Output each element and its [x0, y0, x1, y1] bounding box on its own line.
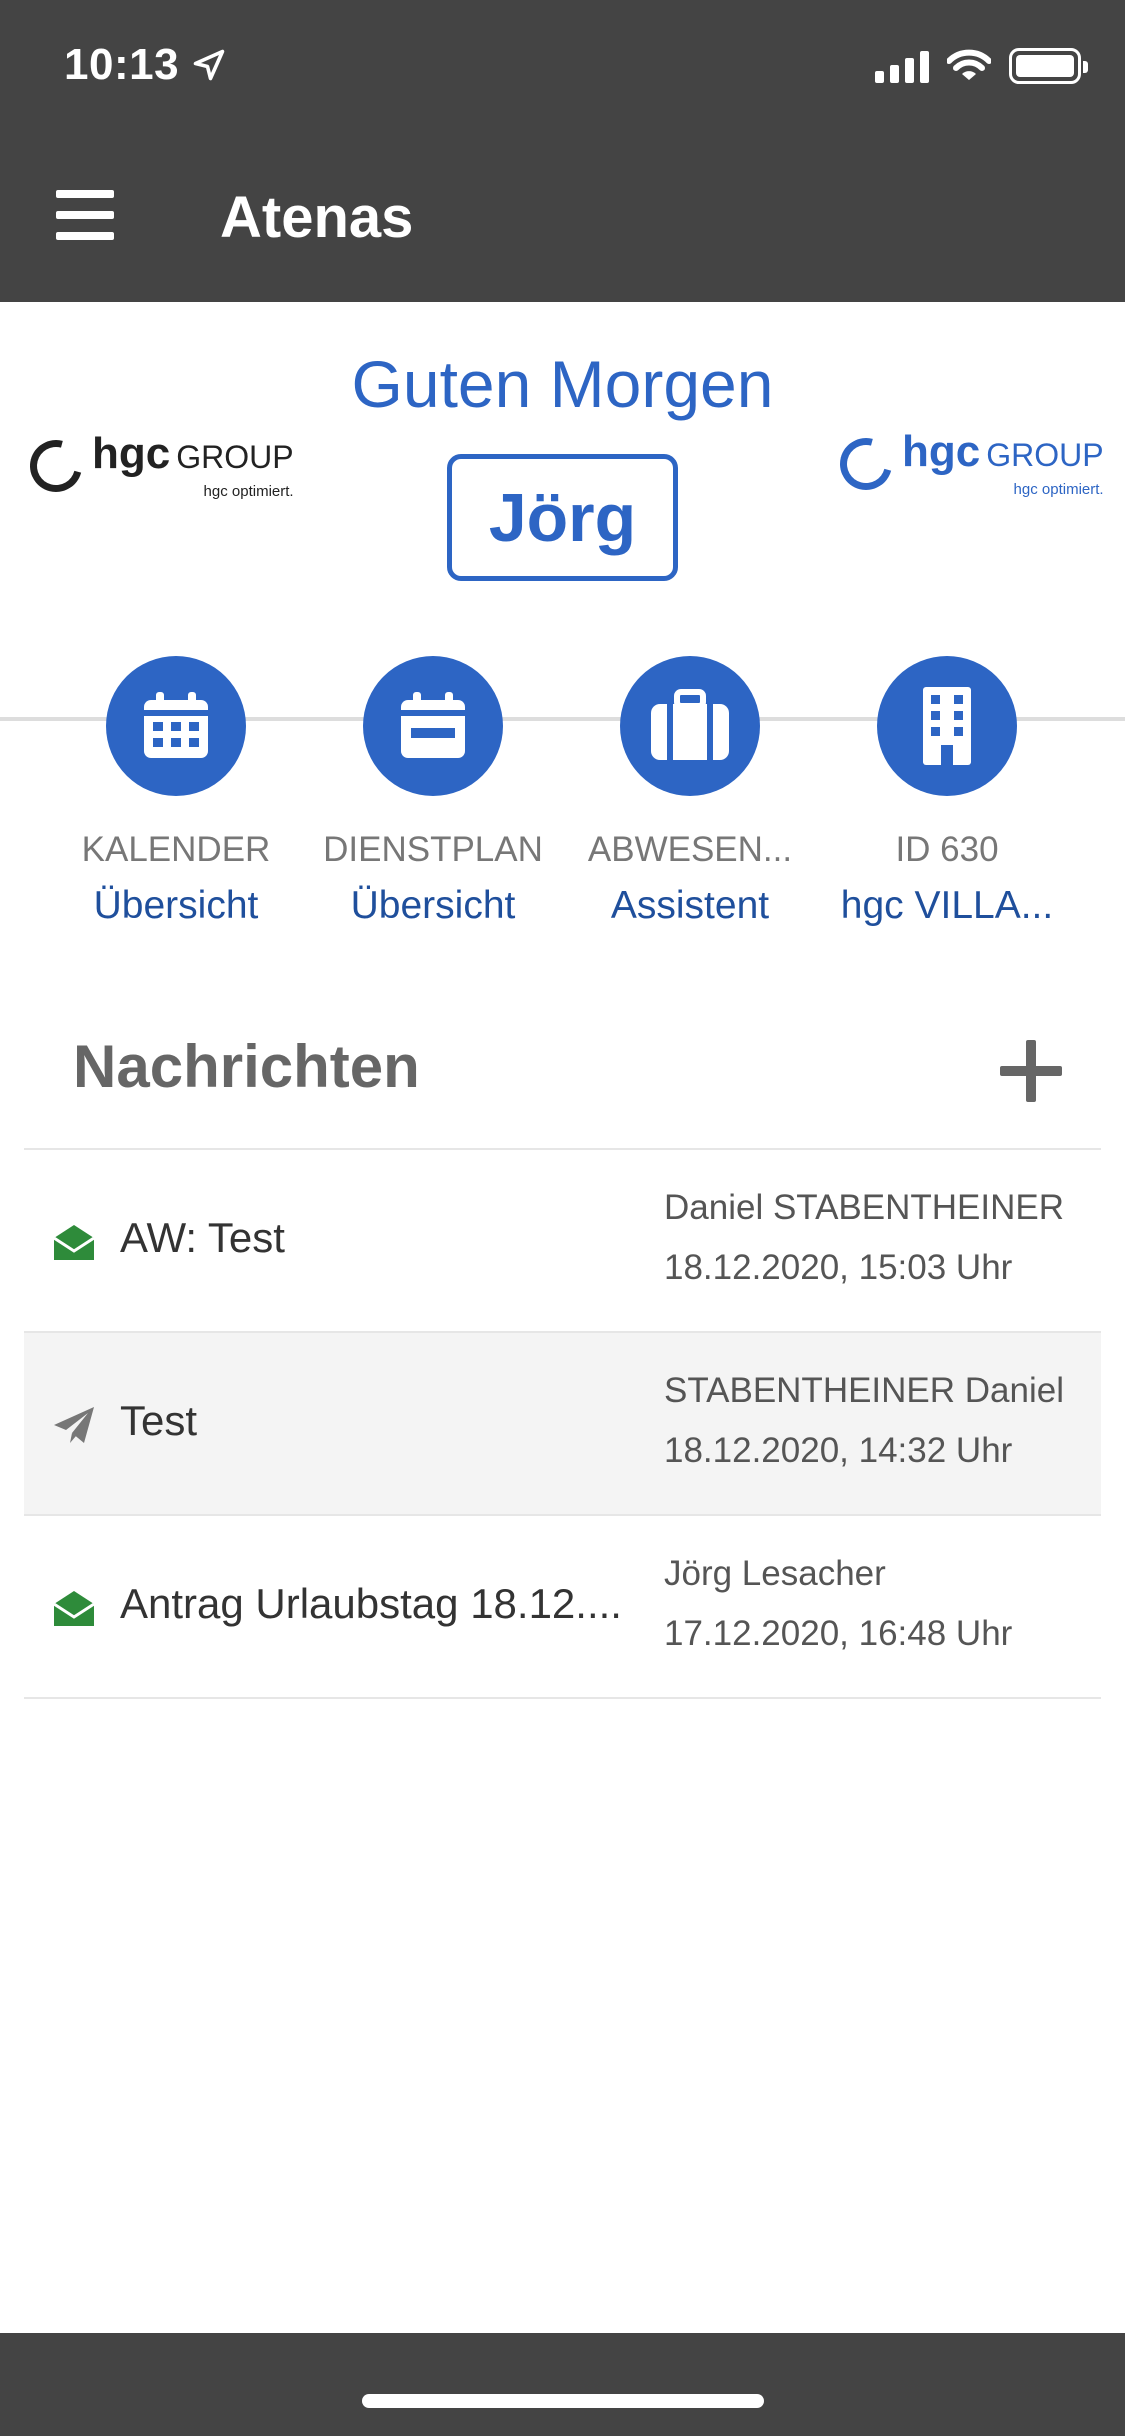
hgc-ring-icon: [830, 428, 902, 500]
message-row[interactable]: Test STABENTHEINER Daniel 18.12.2020, 14…: [24, 1333, 1101, 1516]
status-time: 10:13: [64, 40, 227, 90]
envelope-open-icon: [53, 1225, 95, 1260]
message-list: AW: Test Daniel STABENTHEINER 18.12.2020…: [24, 1148, 1101, 1699]
message-date: 18.12.2020, 15:03 Uhr: [664, 1248, 1013, 1287]
quick-action-dienstplan[interactable]: DIENSTPLAN Übersicht: [303, 656, 563, 928]
cellular-signal-icon: [875, 49, 929, 83]
quick-action-link[interactable]: Übersicht: [46, 884, 306, 928]
quick-action-label: KALENDER: [81, 830, 271, 869]
message-row[interactable]: Antrag Urlaubstag 18.12.... Jörg Lesache…: [24, 1516, 1101, 1699]
battery-icon: [1009, 48, 1088, 84]
envelope-open-icon: [53, 1591, 95, 1626]
message-date: 17.12.2020, 16:48 Uhr: [664, 1614, 1013, 1653]
message-date: 18.12.2020, 14:32 Uhr: [664, 1431, 1013, 1470]
message-row[interactable]: AW: Test Daniel STABENTHEINER 18.12.2020…: [24, 1150, 1101, 1333]
top-bar: 10:13 Atenas: [0, 0, 1125, 302]
quick-action-kalender[interactable]: KALENDER Übersicht: [46, 656, 306, 928]
app-title: Atenas: [220, 185, 414, 250]
add-message-button[interactable]: [1000, 1040, 1062, 1102]
message-sender: Daniel STABENTHEINER: [664, 1188, 1065, 1227]
status-icons: [875, 48, 1088, 84]
message-sender: STABENTHEINER Daniel: [664, 1371, 1065, 1410]
paper-plane-icon: [54, 1407, 94, 1443]
calendar-grid-icon[interactable]: [106, 656, 246, 796]
hgc-ring-icon: [20, 430, 92, 502]
location-arrow-icon: [193, 49, 225, 81]
quick-action-label: DIENSTPLAN: [323, 830, 543, 869]
message-subject: AW: Test: [120, 1214, 285, 1261]
quick-action-link[interactable]: hgc VILLA...: [817, 884, 1077, 928]
quick-action-abwesenheit[interactable]: ABWESEN... Assistent: [560, 656, 820, 928]
message-subject: Antrag Urlaubstag 18.12....: [120, 1580, 622, 1627]
wifi-icon: [947, 49, 991, 80]
home-indicator[interactable]: [362, 2394, 764, 2408]
building-icon[interactable]: [877, 656, 1017, 796]
user-name-badge: Jörg: [447, 454, 678, 581]
menu-button[interactable]: [56, 190, 114, 240]
quick-action-label: ID 630: [895, 830, 999, 869]
message-sender: Jörg Lesacher: [664, 1554, 886, 1593]
status-time-text: 10:13: [64, 40, 180, 89]
messages-title: Nachrichten: [73, 1033, 420, 1100]
greeting-text: Guten Morgen: [351, 347, 774, 421]
hgc-group-logo-right: hgc GROUP hgc optimiert.: [830, 428, 1104, 500]
quick-action-standort[interactable]: ID 630 hgc VILLA...: [817, 656, 1077, 928]
calendar-schedule-icon[interactable]: [363, 656, 503, 796]
hgc-group-logo-left: hgc GROUP hgc optimiert.: [20, 430, 294, 502]
message-subject: Test: [120, 1397, 198, 1444]
quick-action-label: ABWESEN...: [587, 830, 793, 869]
quick-action-link[interactable]: Assistent: [560, 884, 820, 928]
suitcase-icon[interactable]: [620, 656, 760, 796]
quick-action-link[interactable]: Übersicht: [303, 884, 563, 928]
bottom-bar: [0, 2333, 1125, 2436]
